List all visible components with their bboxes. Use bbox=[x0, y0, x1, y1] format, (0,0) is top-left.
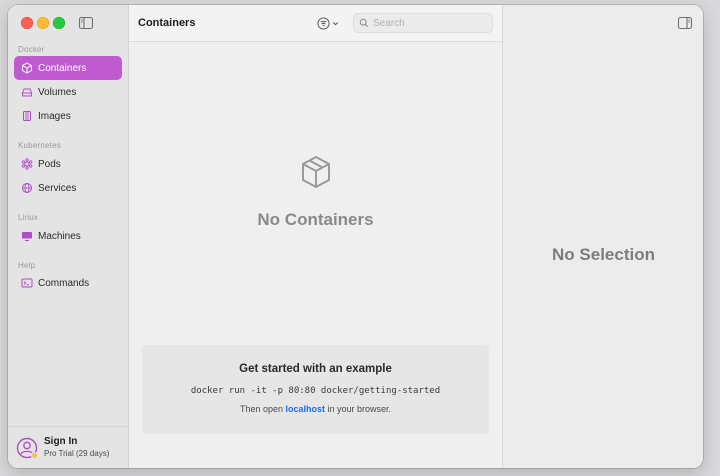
sidebar-item-volumes[interactable]: Volumes bbox=[14, 80, 122, 104]
main-pane: Containers No Containers Get started wit… bbox=[129, 5, 502, 468]
inspector-toggle-icon[interactable] bbox=[677, 16, 693, 30]
empty-cube-icon bbox=[300, 155, 332, 189]
terminal-icon bbox=[21, 277, 33, 289]
no-selection-label: No Selection bbox=[552, 245, 655, 264]
sidebar-item-services[interactable]: Services bbox=[14, 176, 122, 200]
localhost-link[interactable]: localhost bbox=[286, 404, 326, 414]
sidebar-item-label: Machines bbox=[38, 230, 81, 242]
sidebar-item-label: Pods bbox=[38, 158, 61, 170]
section-label-help: Help bbox=[18, 261, 36, 270]
status-dot bbox=[31, 451, 38, 459]
sidebar-item-containers[interactable]: Containers bbox=[14, 56, 122, 80]
chevron-down-icon bbox=[332, 21, 339, 25]
sign-in-label: Sign In bbox=[44, 435, 78, 447]
display-icon bbox=[21, 230, 33, 242]
example-hint: Then open localhost in your browser. bbox=[239, 404, 392, 414]
zoom-window-button[interactable] bbox=[53, 17, 65, 29]
close-window-button[interactable] bbox=[21, 17, 33, 29]
avatar bbox=[16, 437, 38, 459]
sidebar-item-images[interactable]: Images bbox=[14, 104, 122, 128]
sidebar-item-label: Services bbox=[38, 182, 77, 194]
section-label-kubernetes: Kubernetes bbox=[18, 141, 61, 150]
app-window: Docker Containers Volumes Images Kuberne… bbox=[8, 5, 703, 468]
sidebar-item-commands[interactable]: Commands bbox=[14, 271, 122, 295]
section-label-linux: Linux bbox=[18, 213, 39, 222]
empty-state-title: No Containers bbox=[257, 210, 374, 229]
search-input[interactable] bbox=[373, 17, 483, 29]
detail-pane: No Selection bbox=[502, 5, 703, 468]
search-icon bbox=[359, 18, 369, 28]
images-icon bbox=[21, 110, 33, 122]
example-title: Get started with an example bbox=[239, 363, 392, 375]
sidebar-item-machines[interactable]: Machines bbox=[14, 224, 122, 248]
sidebar-item-label: Volumes bbox=[38, 86, 77, 98]
sidebar: Docker Containers Volumes Images Kuberne… bbox=[8, 5, 129, 468]
sidebar-item-label: Containers bbox=[38, 62, 87, 74]
sidebar-toggle-icon[interactable] bbox=[78, 15, 94, 31]
sidebar-item-pods[interactable]: Pods bbox=[14, 152, 122, 176]
sidebar-item-label: Commands bbox=[38, 277, 90, 289]
minimize-window-button[interactable] bbox=[37, 17, 49, 29]
example-card: Get started with an example docker run -… bbox=[142, 345, 489, 434]
page-title: Containers bbox=[138, 17, 196, 29]
sign-in-area[interactable]: Sign In Pro Trial (29 days) bbox=[8, 426, 129, 468]
cube-icon bbox=[21, 62, 33, 74]
sidebar-item-label: Images bbox=[38, 110, 71, 122]
filter-menu-button[interactable] bbox=[317, 16, 343, 30]
example-command[interactable]: docker run -it -p 80:80 docker/getting-s… bbox=[142, 386, 489, 396]
section-label-docker: Docker bbox=[18, 45, 45, 54]
drive-icon bbox=[21, 86, 33, 98]
search-field[interactable] bbox=[353, 13, 493, 33]
filter-icon bbox=[317, 16, 330, 30]
main-toolbar: Containers bbox=[129, 5, 502, 42]
pods-icon bbox=[21, 158, 33, 170]
services-icon bbox=[21, 182, 33, 194]
trial-status: Pro Trial (29 days) bbox=[44, 448, 110, 458]
